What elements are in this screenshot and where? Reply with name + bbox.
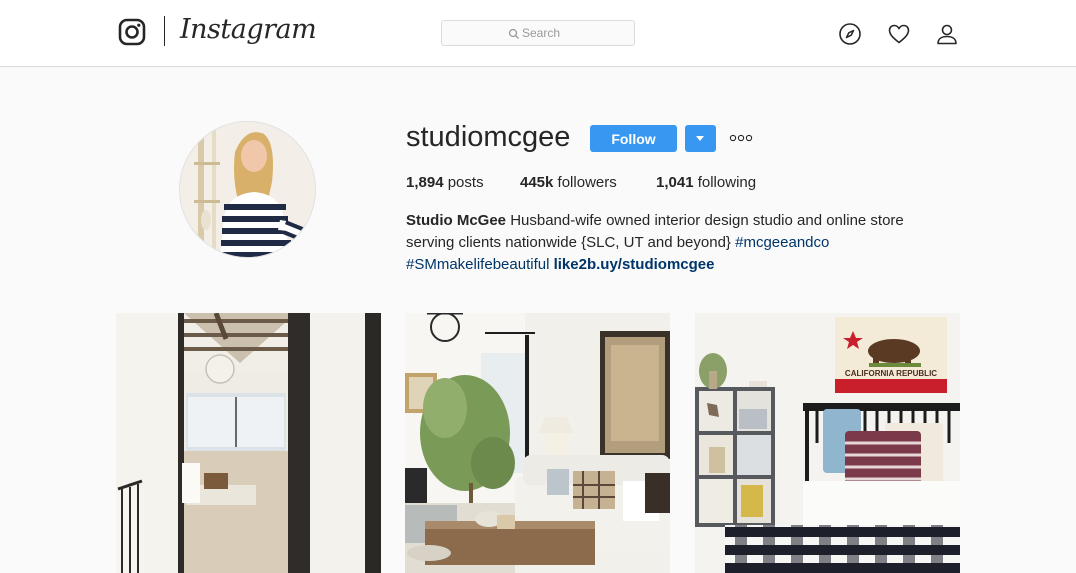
following-label: following xyxy=(697,174,757,191)
profile-bio: Studio McGee Husband-wife owned interior… xyxy=(406,210,966,276)
followers-label: followers xyxy=(557,174,617,191)
bio-line: serving clients nationwide {SLC, UT and … xyxy=(406,232,966,254)
search-icon xyxy=(508,28,519,39)
profile-username: studiomcgee xyxy=(406,121,571,153)
compass-icon[interactable] xyxy=(838,22,862,46)
search-input[interactable] xyxy=(522,24,622,42)
website-link[interactable]: like2b.uy/studiomcgee xyxy=(554,256,715,273)
chevron-down-icon xyxy=(696,136,704,141)
followers-stat[interactable]: 445k followers xyxy=(520,174,617,191)
post-hallway-bedroom[interactable] xyxy=(116,313,381,573)
follow-button[interactable]: Follow xyxy=(590,125,677,152)
post-image xyxy=(116,313,381,573)
post-image xyxy=(405,313,670,573)
following-count: 1,041 xyxy=(656,174,694,191)
hashtag-link[interactable]: #mcgeeandco xyxy=(735,234,829,251)
followers-count: 445k xyxy=(520,174,554,191)
more-options-button[interactable] xyxy=(728,131,754,145)
posts-stat: 1,894 posts xyxy=(406,174,484,191)
logo-divider xyxy=(164,16,165,46)
post-living-room[interactable] xyxy=(405,313,670,573)
flag-text: CALIFORNIA REPUBLIC xyxy=(845,369,937,378)
post-kids-bedroom[interactable]: CALIFORNIA REPUBLIC xyxy=(695,313,960,573)
instagram-logo-icon[interactable] xyxy=(118,18,146,46)
ellipsis-icon xyxy=(729,134,753,142)
following-stat[interactable]: 1,041 following xyxy=(656,174,756,191)
profile-avatar[interactable] xyxy=(179,121,316,258)
search-box[interactable] xyxy=(441,20,635,46)
top-navigation: Instagram xyxy=(0,0,1076,67)
hashtag-link[interactable]: #SMmakelifebeautiful xyxy=(406,256,549,273)
bio-line: Studio McGee Husband-wife owned interior… xyxy=(406,210,966,232)
bio-line: #SMmakelifebeautiful like2b.uy/studiomcg… xyxy=(406,254,966,276)
user-icon[interactable] xyxy=(935,22,959,46)
bio-text-2: serving clients nationwide {SLC, UT and … xyxy=(406,234,731,251)
bio-text-1: Husband-wife owned interior design studi… xyxy=(510,212,904,229)
instagram-wordmark[interactable]: Instagram xyxy=(180,14,317,45)
avatar-photo xyxy=(180,122,315,257)
posts-label: posts xyxy=(447,174,484,191)
suggested-accounts-button[interactable] xyxy=(685,125,716,152)
heart-icon[interactable] xyxy=(887,22,911,46)
posts-count: 1,894 xyxy=(406,174,444,191)
post-image: CALIFORNIA REPUBLIC xyxy=(695,313,960,573)
display-name: Studio McGee xyxy=(406,212,507,229)
